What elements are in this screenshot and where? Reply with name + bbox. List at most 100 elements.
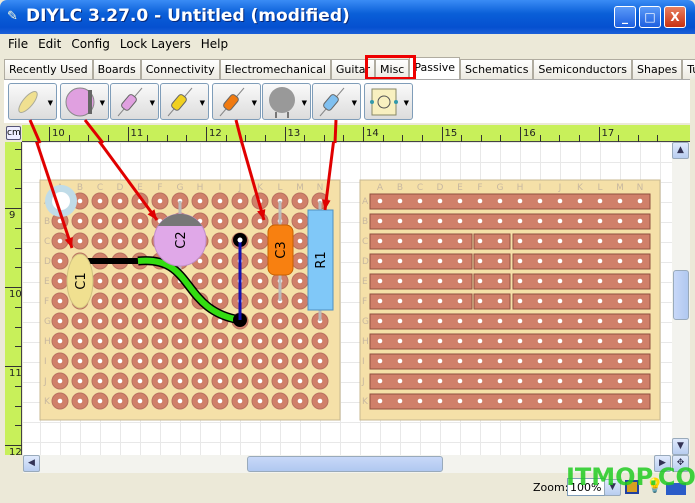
ruler-tick	[578, 135, 580, 142]
pad-hole	[257, 258, 263, 264]
vertical-scrollbar[interactable]: ▲ ▼	[672, 142, 690, 455]
ruler-tick	[461, 135, 463, 142]
ruler-tick	[363, 127, 364, 142]
pad-hole	[77, 218, 83, 224]
column-label: L	[277, 183, 282, 193]
copper-strip	[369, 393, 651, 410]
pad-hole	[237, 398, 243, 404]
ruler-tick	[15, 148, 22, 150]
column-label: M	[616, 183, 624, 193]
pad-hole	[197, 198, 203, 204]
strip-hole	[537, 338, 543, 344]
strip-hole	[437, 298, 443, 304]
resistor-button[interactable]: ▼	[312, 83, 361, 120]
strip-hole	[517, 198, 523, 204]
maximize-button[interactable]: □	[639, 6, 661, 28]
tab-tubes[interactable]: Tubes	[682, 59, 695, 79]
ruler-label-16: 16	[523, 128, 536, 139]
row-label: H	[44, 337, 51, 347]
drawing-canvas[interactable]: ABCDEFGHIJKLMNABCDEFGHIJKABCDEFGHIJKLMNA…	[23, 142, 672, 455]
scroll-up-button[interactable]: ▲	[672, 142, 689, 159]
strip-hole	[537, 378, 543, 384]
row-label: I	[362, 357, 365, 367]
ruler-tick	[343, 135, 345, 142]
scroll-left-button[interactable]: ◀	[23, 455, 40, 472]
column-label: C	[417, 183, 423, 193]
dropdown-arrow-icon[interactable]: ▼	[252, 99, 257, 107]
menu-edit[interactable]: Edit	[33, 34, 66, 54]
pad-hole	[97, 398, 103, 404]
strip-hole	[497, 238, 503, 244]
strip-hole	[557, 278, 563, 284]
pad-hole	[277, 378, 283, 384]
strip-hole	[477, 318, 483, 324]
horizontal-scroll-thumb[interactable]	[247, 456, 443, 472]
film-capacitor-orange-button[interactable]: ▼	[212, 83, 261, 120]
strip-hole	[377, 218, 383, 224]
strip-hole	[597, 298, 603, 304]
ruler-tick	[15, 306, 22, 308]
electrolytic-capacitor-button[interactable]: ▼	[60, 83, 109, 120]
pad-hole	[177, 318, 183, 324]
tab-schematics[interactable]: Schematics	[460, 59, 534, 79]
tab-electromechanical[interactable]: Electromechanical	[219, 59, 331, 79]
minimize-button[interactable]: _	[614, 6, 636, 28]
strip-hole	[517, 258, 523, 264]
strip-hole	[477, 398, 483, 404]
pad-hole	[97, 298, 103, 304]
strip-hole	[517, 338, 523, 344]
film-capacitor-yellow-button[interactable]: ▼	[160, 83, 209, 120]
strip-hole	[477, 218, 483, 224]
dropdown-arrow-icon[interactable]: ▼	[200, 99, 205, 107]
pad-hole	[57, 358, 63, 364]
menu-config[interactable]: Config	[66, 34, 115, 54]
strip-hole	[557, 358, 563, 364]
window-title: DIYLC 3.27.0 - Untitled (modified)	[26, 6, 350, 26]
trimmer-potentiometer-button[interactable]: ▼	[364, 83, 413, 120]
pad-hole	[257, 238, 263, 244]
dropdown-arrow-icon[interactable]: ▼	[48, 99, 53, 107]
potentiometer-button[interactable]: ▼	[262, 83, 311, 120]
dropdown-arrow-icon[interactable]: ▼	[302, 99, 307, 107]
menu-help[interactable]: Help	[196, 34, 233, 54]
dropdown-arrow-icon[interactable]: ▼	[100, 99, 105, 107]
strip-hole	[617, 398, 623, 404]
pad-hole	[157, 278, 163, 284]
pad-hole	[117, 338, 123, 344]
ruler-label-10: 10	[9, 289, 22, 300]
ceramic-capacitor-button[interactable]: ▼	[8, 83, 57, 120]
tab-recently-used[interactable]: Recently Used	[4, 59, 93, 79]
tab-semiconductors[interactable]: Semiconductors	[533, 59, 632, 79]
strip-hole	[637, 378, 643, 384]
strip-hole	[597, 218, 603, 224]
pad-hole	[57, 258, 63, 264]
vertical-scroll-thumb[interactable]	[673, 270, 689, 320]
pad-hole	[117, 238, 123, 244]
pad-hole	[317, 398, 323, 404]
dropdown-arrow-icon[interactable]: ▼	[404, 99, 409, 107]
pad-hole	[297, 398, 303, 404]
ruler-tick	[284, 127, 286, 142]
ruler-label-11: 11	[9, 368, 22, 379]
tab-shapes[interactable]: Shapes	[632, 59, 683, 79]
tab-passive[interactable]: Passive	[409, 57, 461, 79]
menu-file[interactable]: File	[3, 34, 33, 54]
dropdown-arrow-icon[interactable]: ▼	[352, 99, 357, 107]
pad-hole	[57, 338, 63, 344]
pad-hole	[197, 378, 203, 384]
pad-hole	[97, 338, 103, 344]
scroll-down-button[interactable]: ▼	[672, 438, 689, 455]
tab-connectivity[interactable]: Connectivity	[140, 59, 220, 79]
menu-lock-layers[interactable]: Lock Layers	[115, 34, 196, 54]
dropdown-arrow-icon[interactable]: ▼	[150, 99, 155, 107]
tab-boards[interactable]: Boards	[92, 59, 141, 79]
unit-toggle-button[interactable]: cm	[6, 126, 21, 140]
pad-hole	[77, 318, 83, 324]
strip-hole	[577, 398, 583, 404]
pad-hole	[317, 378, 323, 384]
ruler-tick	[598, 127, 600, 142]
close-button[interactable]: X	[664, 6, 686, 28]
wire-endpoint-dot[interactable]	[237, 237, 243, 243]
pad-hole	[137, 398, 143, 404]
film-capacitor-pink-button[interactable]: ▼	[110, 83, 159, 120]
